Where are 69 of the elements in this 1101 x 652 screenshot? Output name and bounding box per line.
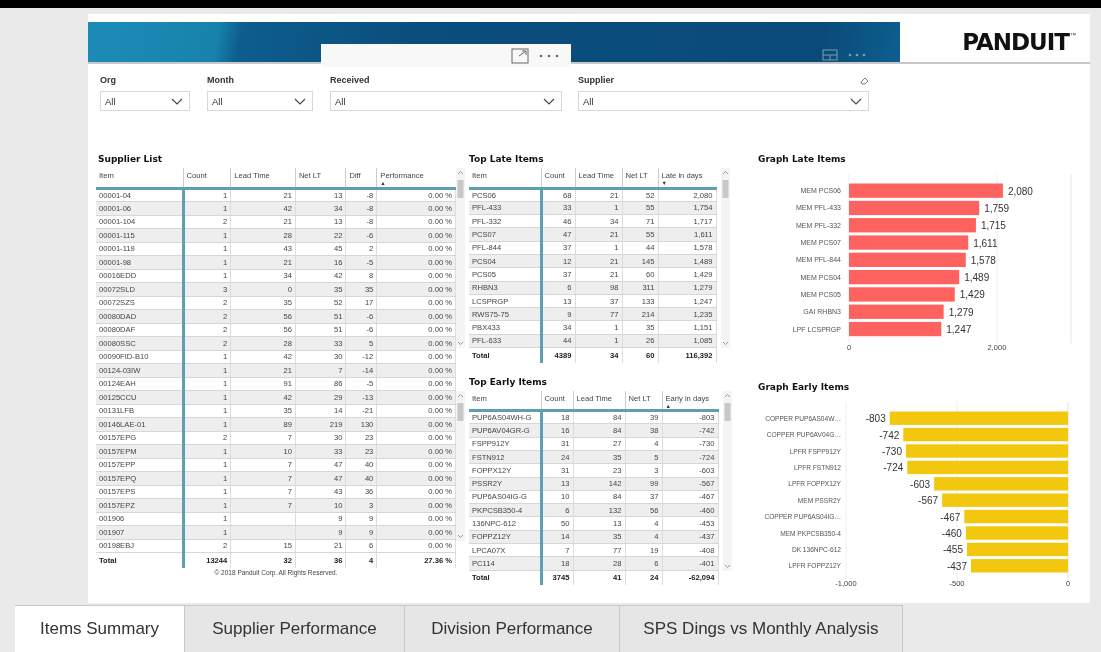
value-label: -437 bbox=[946, 560, 967, 572]
bar[interactable] bbox=[942, 493, 1068, 507]
value-label: -467 bbox=[940, 511, 961, 523]
page-tab[interactable]: SPS Dings vs Monthly Analysis bbox=[620, 605, 903, 652]
value-label: -460 bbox=[941, 528, 962, 539]
expand-icon[interactable] bbox=[511, 47, 529, 64]
filter-dropdown[interactable]: All bbox=[578, 91, 869, 111]
visual-title: Top Early Items bbox=[468, 376, 548, 389]
bar[interactable] bbox=[965, 526, 1068, 540]
bar[interactable] bbox=[903, 427, 1068, 442]
value-label: 1,279 bbox=[948, 306, 974, 318]
value-label: 1,247 bbox=[946, 324, 972, 336]
bar[interactable] bbox=[889, 411, 1068, 425]
bar[interactable] bbox=[849, 235, 969, 250]
bar[interactable] bbox=[934, 477, 1068, 491]
visual-title: Graph Late Items bbox=[757, 154, 847, 166]
logo: PANDUIT bbox=[962, 29, 1069, 55]
bar[interactable] bbox=[967, 542, 1068, 557]
filter-label: Month bbox=[207, 75, 234, 85]
more-options-icon[interactable] bbox=[848, 53, 866, 57]
scrollbar[interactable] bbox=[456, 168, 465, 348]
visual-title: Supplier List bbox=[97, 154, 164, 166]
page-tab[interactable]: Division Performance bbox=[405, 605, 620, 652]
value-label: 1,578 bbox=[970, 254, 996, 266]
bar[interactable] bbox=[849, 321, 942, 337]
eraser-icon[interactable] bbox=[860, 75, 869, 85]
value-label: 1,489 bbox=[964, 272, 990, 284]
chevron-down-icon bbox=[294, 97, 306, 105]
value-label: 1,759 bbox=[984, 202, 1010, 214]
focus-icon[interactable] bbox=[822, 49, 838, 61]
chevron-down-icon bbox=[850, 97, 862, 105]
bar[interactable] bbox=[849, 183, 1003, 198]
filter-dropdown[interactable]: All bbox=[100, 91, 190, 111]
value-label: -803 bbox=[865, 413, 886, 425]
value-label: -742 bbox=[879, 429, 900, 441]
bar[interactable] bbox=[907, 460, 1068, 475]
scrollbar[interactable] bbox=[456, 390, 465, 541]
filter-label: Supplier bbox=[578, 75, 614, 85]
value-label: -724 bbox=[883, 462, 904, 474]
value-label: -730 bbox=[881, 446, 902, 457]
bar[interactable] bbox=[971, 559, 1068, 573]
page-tab[interactable]: Items Summary bbox=[15, 605, 185, 652]
bar[interactable] bbox=[849, 252, 966, 267]
bar[interactable] bbox=[849, 200, 980, 216]
bar[interactable] bbox=[964, 509, 1068, 524]
more-options-icon[interactable] bbox=[539, 53, 559, 58]
value-label: 1,429 bbox=[959, 289, 985, 301]
value-label: 1,715 bbox=[980, 220, 1006, 232]
visual-title: Graph Early Items bbox=[757, 382, 851, 394]
bar[interactable] bbox=[849, 304, 944, 319]
bar[interactable] bbox=[849, 287, 955, 302]
visual-title: Top Late Items bbox=[468, 154, 545, 166]
value-label: 2,080 bbox=[1007, 185, 1033, 197]
value-label: -603 bbox=[910, 478, 931, 490]
filter-label: Received bbox=[330, 75, 370, 85]
value-label: -567 bbox=[918, 495, 939, 507]
bar[interactable] bbox=[849, 218, 976, 233]
chevron-down-icon bbox=[171, 97, 183, 105]
filter-dropdown[interactable]: All bbox=[330, 91, 562, 111]
chevron-down-icon bbox=[543, 97, 555, 105]
bar[interactable] bbox=[905, 444, 1068, 458]
filter-dropdown[interactable]: All bbox=[207, 91, 313, 111]
scrollbar[interactable] bbox=[720, 168, 730, 348]
scrollbar[interactable] bbox=[722, 390, 732, 571]
value-label: -455 bbox=[942, 544, 963, 556]
filter-label: Org bbox=[100, 75, 116, 85]
bar[interactable] bbox=[849, 270, 960, 285]
value-label: 1,611 bbox=[973, 237, 998, 249]
page-tab[interactable]: Supplier Performance bbox=[185, 605, 405, 652]
